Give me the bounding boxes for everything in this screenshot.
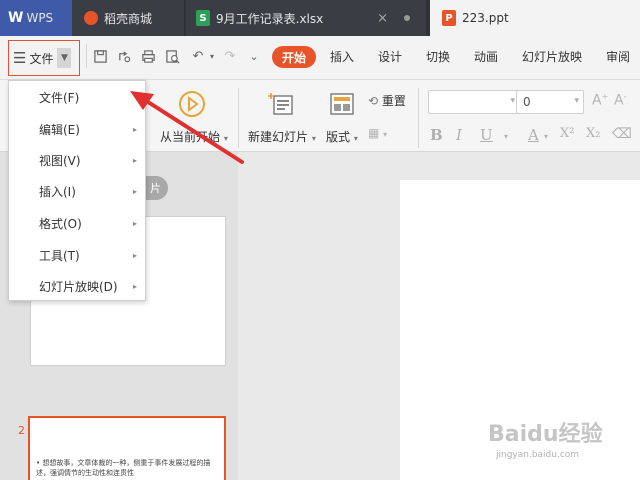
close-tab-icon[interactable]: × — [377, 11, 388, 26]
ribbon-tab-slideshow[interactable]: 幻灯片放映 — [522, 48, 582, 65]
menu-item-format[interactable]: 格式(O) ▸ — [9, 210, 145, 236]
font-color-icon[interactable]: A — [528, 126, 539, 144]
save-icon[interactable] — [92, 48, 108, 64]
underline-icon[interactable]: U — [480, 126, 493, 144]
menu-item-view[interactable]: 视图(V) ▸ — [9, 147, 145, 173]
print-preview-icon[interactable] — [164, 48, 180, 64]
font-size-select[interactable]: 0 ▾ — [516, 90, 584, 114]
divider — [238, 88, 239, 148]
hamburger-icon: ☰ — [13, 49, 27, 67]
tab-label: WPS — [26, 11, 54, 25]
decrease-font-icon[interactable]: A- — [614, 92, 626, 109]
button-label: 从当前开始 — [160, 130, 221, 144]
tab-presentation-active[interactable]: P 223.ppt — [430, 0, 640, 36]
wps-logo-icon: W — [8, 10, 24, 26]
watermark-brand: Baidu经验 — [488, 422, 603, 447]
window-tab-bar: W WPS 稻壳商城 S 9月工作记录表.xlsx × P 223.ppt — [0, 0, 640, 36]
slides-tab-label: 片 — [150, 182, 161, 195]
play-icon[interactable] — [178, 90, 206, 118]
menu-item-label: 幻灯片放映(D) — [39, 279, 118, 294]
reset-icon: ⟲ — [368, 94, 379, 108]
button-label: 版式 — [326, 130, 351, 144]
submenu-arrow-icon: ▸ — [132, 218, 137, 228]
submenu-arrow-icon: ▸ — [132, 186, 137, 196]
spreadsheet-icon: S — [196, 10, 210, 26]
reset-button[interactable]: ⟲ 重置 — [368, 92, 406, 109]
flame-icon — [84, 11, 98, 25]
superscript-icon[interactable]: X² — [560, 126, 574, 141]
font-size-value: 0 — [523, 95, 531, 109]
ribbon-tab-design[interactable]: 设计 — [378, 48, 402, 65]
italic-icon[interactable]: I — [456, 126, 462, 144]
undo-dropdown-icon[interactable]: ▾ — [204, 48, 220, 64]
chevron-down-icon: ▾ — [510, 96, 515, 106]
customize-toolbar-icon[interactable]: ⌄ — [246, 48, 262, 64]
menu-item-label: 编辑(E) — [39, 122, 80, 137]
menu-item-label: 视图(V) — [39, 153, 81, 168]
menu-item-label: 插入(I) — [39, 184, 76, 199]
menu-item-edit[interactable]: 编辑(E) ▸ — [9, 116, 145, 142]
ribbon-tab-home[interactable]: 开始 — [272, 46, 316, 68]
ribbon-tab-animation[interactable]: 动画 — [474, 48, 498, 65]
tab-wps-home[interactable]: W WPS — [0, 0, 72, 36]
menu-item-tools[interactable]: 工具(T) ▸ — [9, 242, 145, 268]
chevron-down-icon[interactable]: ▼ — [57, 48, 72, 68]
menu-item-label: 工具(T) — [39, 248, 80, 263]
divider — [418, 88, 419, 148]
submenu-arrow-icon: ▸ — [132, 155, 137, 165]
tab-docer-store[interactable]: 稻壳商城 — [72, 0, 184, 36]
redo-icon[interactable]: ↷ — [222, 48, 238, 64]
bold-icon[interactable]: B — [430, 126, 443, 144]
button-label: 重置 — [381, 94, 406, 108]
export-icon[interactable] — [116, 48, 132, 64]
clear-format-icon[interactable]: ⌫ — [612, 126, 632, 142]
button-label: 新建幻灯片 — [248, 130, 309, 144]
baidu-watermark: Baidu经验 jingyan.baidu.com — [488, 416, 618, 468]
menu-item-file[interactable]: 文件(F) — [9, 84, 145, 110]
watermark-url: jingyan.baidu.com — [496, 450, 580, 460]
ribbon-tab-transition[interactable]: 切换 — [426, 48, 450, 65]
tab-spreadsheet[interactable]: S 9月工作记录表.xlsx × — [186, 0, 426, 36]
tab-label: 稻壳商城 — [104, 11, 153, 26]
divider — [86, 44, 87, 68]
menu-item-insert[interactable]: 插入(I) ▸ — [9, 178, 145, 204]
presentation-icon: P — [442, 10, 456, 26]
file-menu-label: 文件 — [29, 51, 54, 66]
subscript-icon[interactable]: X₂ — [586, 126, 600, 141]
print-icon[interactable] — [140, 48, 156, 64]
tab-label: 9月工作记录表.xlsx — [216, 11, 324, 26]
increase-font-icon[interactable]: A+ — [592, 92, 608, 109]
chevron-down-icon: ▾ — [574, 96, 579, 106]
new-slide-icon[interactable] — [268, 92, 296, 118]
file-menu-button[interactable]: ☰ 文件 ▼ — [8, 40, 80, 76]
section-icon: ▦ — [368, 126, 380, 140]
menu-item-slideshow[interactable]: 幻灯片放映(D) ▸ — [9, 273, 145, 299]
tab-label: 223.ppt — [462, 11, 509, 25]
submenu-arrow-icon: ▸ — [132, 250, 137, 260]
start-from-current-button[interactable]: 从当前开始 ▾ — [160, 128, 228, 145]
font-name-select[interactable]: ▾ — [428, 90, 520, 114]
submenu-arrow-icon: ▸ — [132, 281, 137, 291]
new-slide-button[interactable]: 新建幻灯片 ▾ — [248, 128, 316, 145]
section-button[interactable]: ▦ ▾ — [368, 126, 387, 140]
slide-thumbnail-text: • 想想故事，文章体裁的一种，侧重于事件发展过程的描述，强调情节的生动性和连贯性 — [36, 459, 211, 477]
ribbon-tab-review[interactable]: 审阅 — [606, 48, 630, 65]
submenu-arrow-icon: ▸ — [132, 124, 137, 134]
slide-thumbnail-selected[interactable]: • 想想故事，文章体裁的一种，侧重于事件发展过程的描述，强调情节的生动性和连贯性 — [28, 416, 226, 480]
menu-item-label: 文件(F) — [39, 90, 80, 105]
file-dropdown-menu: 文件(F) 编辑(E) ▸ 视图(V) ▸ 插入(I) ▸ 格式(O) ▸ 工具… — [8, 80, 146, 301]
unsaved-dot-icon — [404, 15, 410, 21]
layout-icon[interactable] — [330, 92, 354, 116]
slide-number: 2 — [18, 424, 25, 437]
layout-button[interactable]: 版式 ▾ — [326, 128, 358, 145]
menu-item-label: 格式(O) — [39, 216, 82, 231]
ribbon-tab-insert[interactable]: 插入 — [330, 48, 354, 65]
